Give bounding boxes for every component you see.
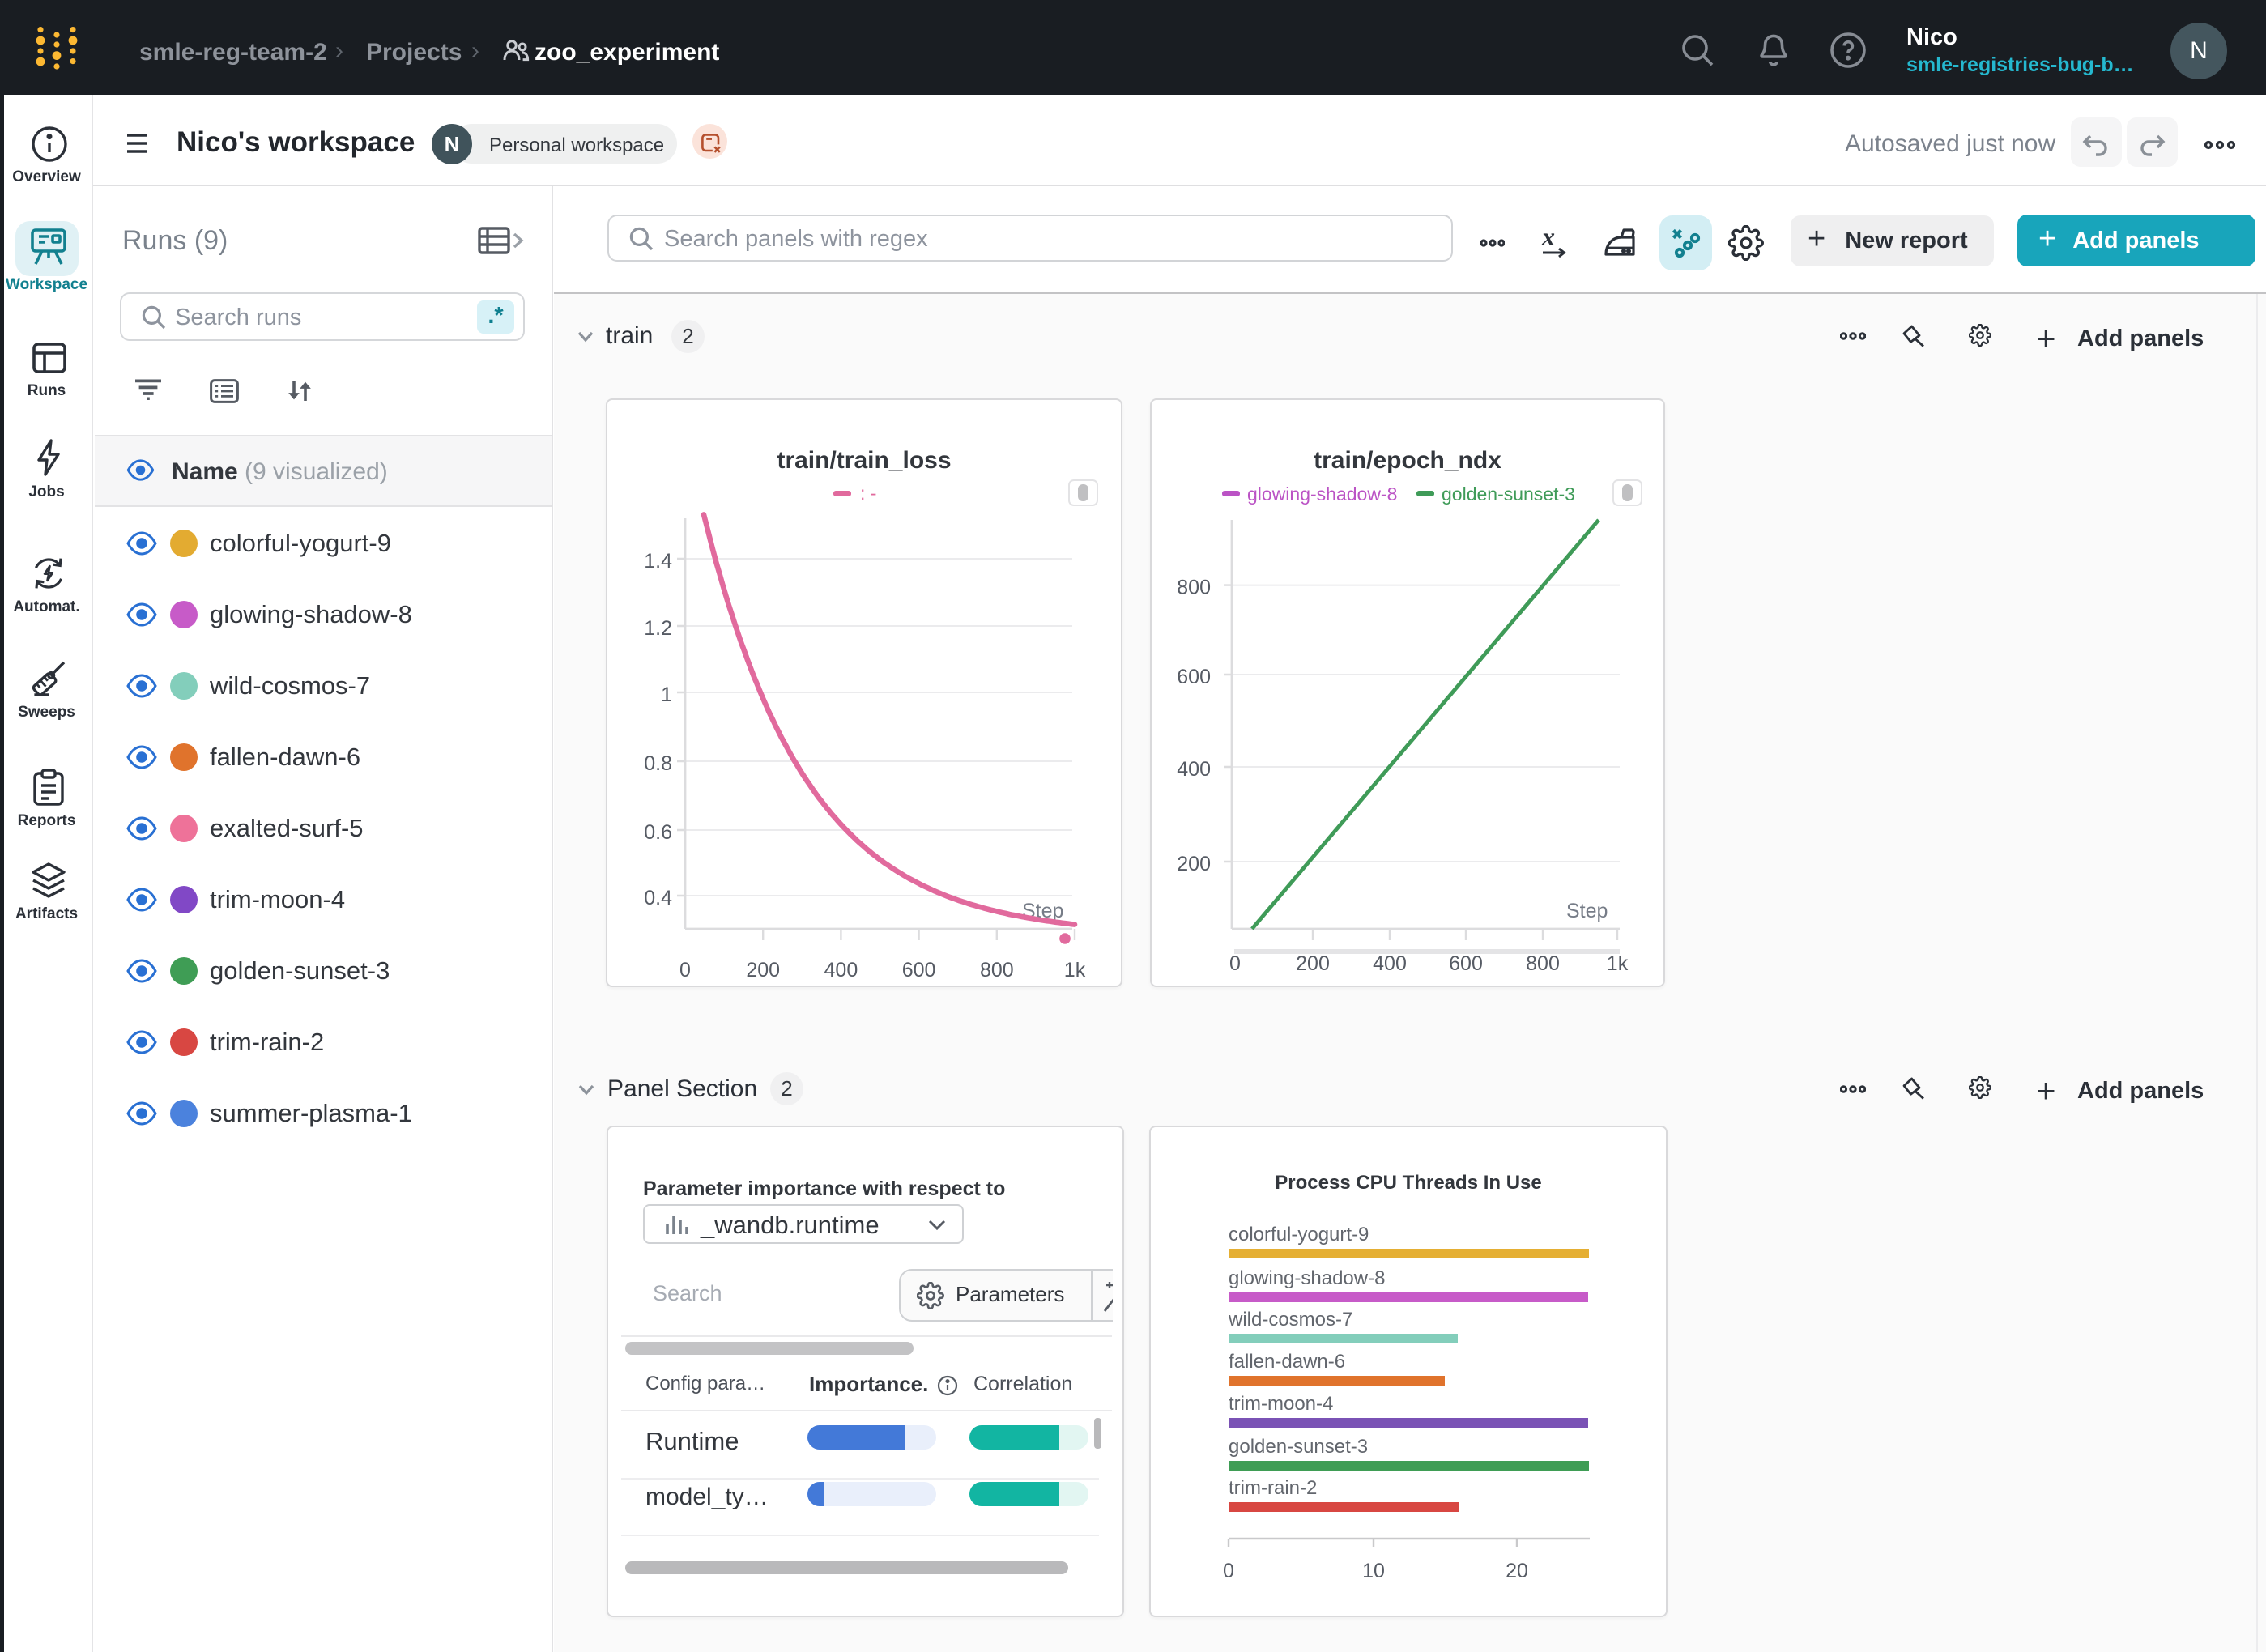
svg-text:Process CPU Threads In Use: Process CPU Threads In Use (1275, 1172, 1541, 1194)
svg-text:0.4: 0.4 (644, 887, 672, 909)
svg-text:: -: : - (860, 483, 876, 504)
svg-text:400: 400 (1177, 758, 1211, 781)
svg-text:200: 200 (1296, 952, 1330, 975)
svg-text:600: 600 (1449, 952, 1483, 975)
svg-text:train/epoch_ndx: train/epoch_ndx (1314, 447, 1501, 474)
svg-text:golden-sunset-3: golden-sunset-3 (1229, 1436, 1368, 1458)
svg-text:800: 800 (1526, 952, 1560, 975)
svg-text:200: 200 (1177, 853, 1211, 875)
svg-text:1.4: 1.4 (644, 550, 672, 573)
svg-text:wild-cosmos-7: wild-cosmos-7 (1228, 1309, 1352, 1331)
svg-text:0: 0 (679, 959, 691, 981)
svg-text:800: 800 (1177, 577, 1211, 599)
svg-text:0.8: 0.8 (644, 752, 672, 775)
svg-text:train/train_loss: train/train_loss (777, 447, 951, 474)
svg-text:400: 400 (824, 959, 858, 981)
svg-text:0.6: 0.6 (644, 821, 672, 844)
svg-text:trim-rain-2: trim-rain-2 (1229, 1477, 1317, 1499)
svg-text:golden-sunset-3: golden-sunset-3 (1442, 483, 1575, 505)
svg-text:1.2: 1.2 (644, 617, 672, 640)
svg-text:600: 600 (1177, 666, 1211, 688)
svg-text:10: 10 (1362, 1560, 1385, 1582)
svg-text:Step: Step (1566, 900, 1608, 922)
svg-text:fallen-dawn-6: fallen-dawn-6 (1229, 1351, 1345, 1373)
svg-text:0: 0 (1229, 952, 1241, 975)
svg-text:trim-moon-4: trim-moon-4 (1229, 1393, 1333, 1415)
svg-text:glowing-shadow-8: glowing-shadow-8 (1229, 1267, 1385, 1289)
svg-text:200: 200 (746, 959, 780, 981)
svg-text:800: 800 (980, 959, 1014, 981)
svg-text:400: 400 (1373, 952, 1407, 975)
svg-text:1k: 1k (1064, 959, 1086, 981)
svg-text:colorful-yogurt-9: colorful-yogurt-9 (1229, 1224, 1369, 1245)
svg-text:1k: 1k (1607, 952, 1629, 975)
svg-text:600: 600 (902, 959, 936, 981)
svg-text:20: 20 (1506, 1560, 1528, 1582)
svg-text:1: 1 (661, 683, 672, 706)
svg-text:glowing-shadow-8: glowing-shadow-8 (1247, 483, 1397, 505)
svg-text:0: 0 (1223, 1560, 1234, 1582)
